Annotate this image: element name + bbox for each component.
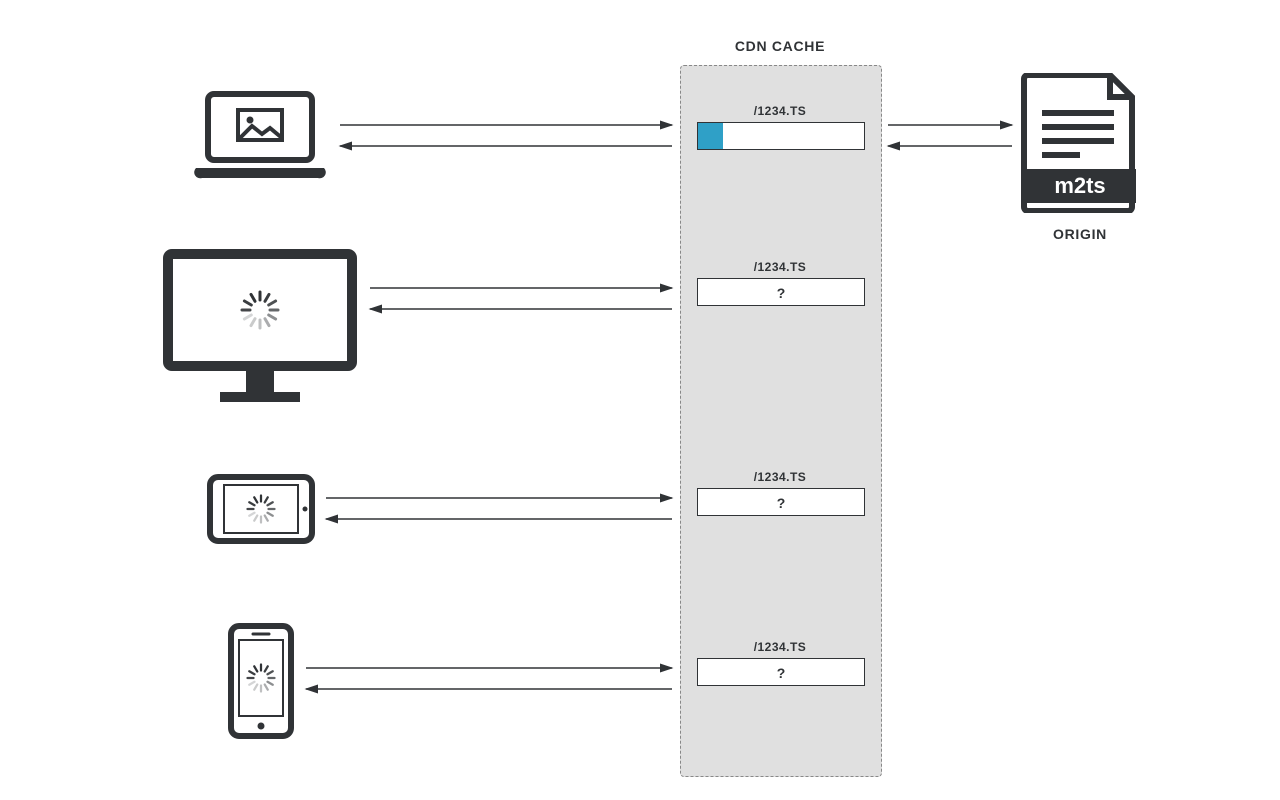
segment-progress-box: ? <box>697 658 865 686</box>
segment-label: /1234.TS <box>697 104 863 118</box>
origin-file-ext: m2ts <box>1054 173 1105 198</box>
segment-placeholder: ? <box>698 495 864 511</box>
segment-progress-box: ? <box>697 488 865 516</box>
segment-placeholder: ? <box>698 285 864 301</box>
phone-icon <box>227 622 295 740</box>
segment-label: /1234.TS <box>697 640 863 654</box>
segment-label: /1234.TS <box>697 470 863 484</box>
segment-progress-fill <box>698 123 723 149</box>
cdn-cache-label: CDN CACHE <box>690 38 870 54</box>
segment-placeholder: ? <box>698 665 864 681</box>
segment-progress-box <box>697 122 865 150</box>
laptop-icon <box>190 88 330 188</box>
diagram-canvas: CDN CACHE /1234.TS /1234.TS ? /1234.TS ?… <box>0 0 1280 800</box>
origin-file-icon: m2ts <box>1020 73 1140 213</box>
segment-progress-box: ? <box>697 278 865 306</box>
origin-label: ORIGIN <box>1020 226 1140 242</box>
tablet-icon <box>207 474 315 544</box>
monitor-icon <box>160 248 360 408</box>
segment-label: /1234.TS <box>697 260 863 274</box>
